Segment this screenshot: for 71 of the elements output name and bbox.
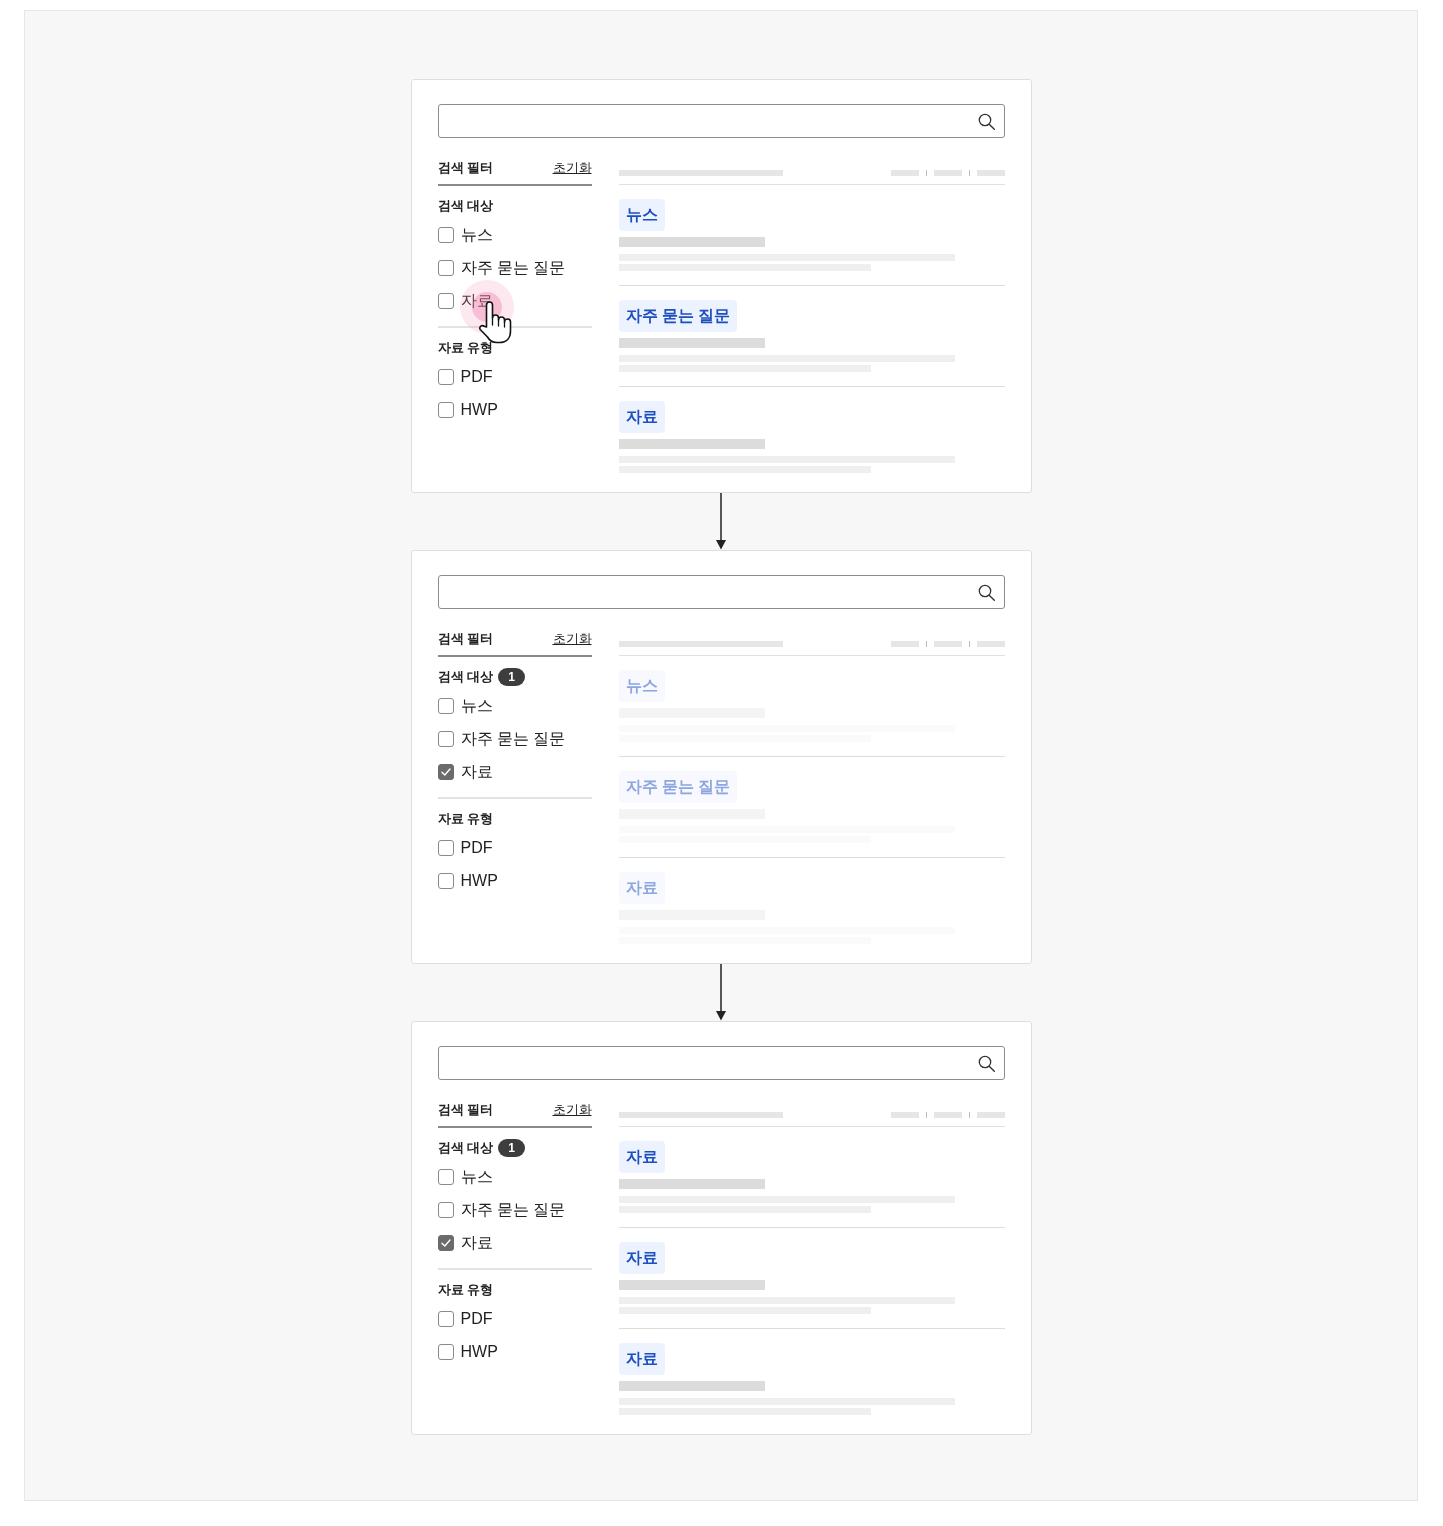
filter-title: 검색 필터 xyxy=(437,160,494,176)
checkbox[interactable] xyxy=(437,1168,454,1185)
search-field[interactable] xyxy=(437,104,1005,138)
category-tag: 자료 xyxy=(618,1141,665,1173)
checkbox-label[interactable]: HWP xyxy=(460,399,498,420)
checkbox[interactable] xyxy=(437,730,454,747)
count-badge: 1 xyxy=(498,668,526,686)
sort-option-placeholder xyxy=(933,641,962,647)
search-field[interactable] xyxy=(437,1046,1005,1080)
category-tag: 자주 묻는 질문 xyxy=(618,771,738,803)
checkbox[interactable] xyxy=(437,839,454,856)
group-title: 자료 유형 xyxy=(437,1281,494,1299)
checkbox[interactable] xyxy=(437,697,454,714)
checkbox-label[interactable]: 뉴스 xyxy=(460,695,493,716)
count-badge: 1 xyxy=(498,1139,526,1157)
checkbox[interactable] xyxy=(437,872,454,889)
reset-link[interactable]: 초기화 xyxy=(552,631,592,647)
search-icon[interactable] xyxy=(977,112,995,130)
sort-option-placeholder xyxy=(890,170,919,176)
checkbox-label[interactable]: HWP xyxy=(460,870,498,891)
checkbox[interactable] xyxy=(437,1234,454,1251)
check-icon xyxy=(440,1238,451,1247)
filter-title: 검색 필터 xyxy=(437,1102,494,1118)
checkbox-label[interactable]: 뉴스 xyxy=(460,224,493,245)
reset-link[interactable]: 초기화 xyxy=(552,1102,592,1118)
filter-title: 검색 필터 xyxy=(437,631,494,647)
category-tag: 자료 xyxy=(618,1343,665,1375)
checkbox-label[interactable]: 자료 xyxy=(460,761,493,782)
category-tag: 뉴스 xyxy=(618,199,665,231)
search-field[interactable] xyxy=(437,575,1005,609)
category-tag: 자료 xyxy=(618,1242,665,1274)
checkbox-label[interactable]: HWP xyxy=(460,1341,498,1362)
group-title: 검색 대상 xyxy=(437,1139,494,1157)
checkbox-label[interactable]: 자주 묻는 질문 xyxy=(460,257,566,278)
checkbox[interactable] xyxy=(437,368,454,385)
checkbox[interactable] xyxy=(437,763,454,780)
category-tag: 자료 xyxy=(618,872,665,904)
checkbox-label[interactable]: 자료 xyxy=(460,1232,493,1253)
checkbox[interactable] xyxy=(437,1201,454,1218)
checkbox-label[interactable]: PDF xyxy=(460,1308,493,1329)
category-tag: 자주 묻는 질문 xyxy=(618,300,738,332)
sort-option-placeholder xyxy=(976,170,1005,176)
reset-link[interactable]: 초기화 xyxy=(552,160,592,176)
check-icon xyxy=(440,767,451,776)
sort-option-placeholder xyxy=(890,641,919,647)
search-icon[interactable] xyxy=(977,583,995,601)
checkbox[interactable] xyxy=(437,1343,454,1360)
sort-option-placeholder xyxy=(976,641,1005,647)
checkbox-label[interactable]: 뉴스 xyxy=(460,1166,493,1187)
checkbox[interactable] xyxy=(437,1310,454,1327)
sort-option-placeholder xyxy=(933,170,962,176)
group-title: 자료 유형 xyxy=(437,810,494,828)
category-tag: 자료 xyxy=(618,401,665,433)
down-arrow xyxy=(715,964,727,1021)
category-tag: 뉴스 xyxy=(618,670,665,702)
checkbox[interactable] xyxy=(437,259,454,276)
group-title: 검색 대상 xyxy=(437,197,494,215)
sort-option-placeholder xyxy=(976,1112,1005,1118)
down-arrow xyxy=(715,493,727,550)
checkbox-label[interactable]: PDF xyxy=(460,366,493,387)
checkbox-label[interactable]: 자주 묻는 질문 xyxy=(460,728,566,749)
checkbox[interactable] xyxy=(437,292,454,309)
group-title: 검색 대상 xyxy=(437,668,494,686)
sort-option-placeholder xyxy=(890,1112,919,1118)
checkbox-label[interactable]: PDF xyxy=(460,837,493,858)
search-icon[interactable] xyxy=(977,1054,995,1072)
group-title: 자료 유형 xyxy=(437,339,494,357)
checkbox[interactable] xyxy=(437,401,454,418)
checkbox[interactable] xyxy=(437,226,454,243)
checkbox-label[interactable]: 자주 묻는 질문 xyxy=(460,1199,566,1220)
sort-option-placeholder xyxy=(933,1112,962,1118)
